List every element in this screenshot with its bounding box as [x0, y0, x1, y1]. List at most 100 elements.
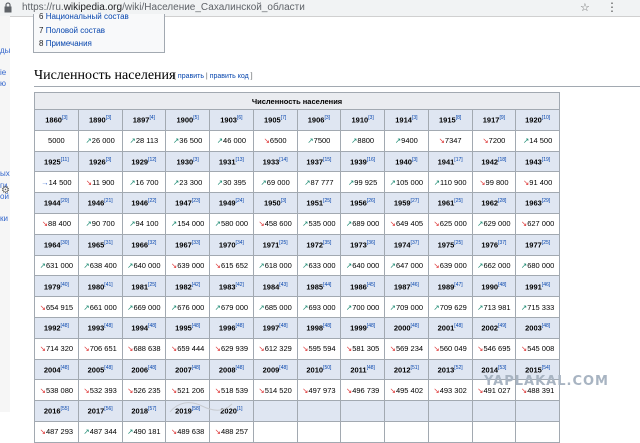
footnote-ref[interactable]: [25]: [454, 198, 462, 204]
footnote-ref[interactable]: [31]: [104, 240, 112, 246]
footnote-ref[interactable]: [23]: [192, 198, 200, 204]
footnote-ref[interactable]: [25]: [542, 240, 550, 246]
footnote-ref[interactable]: [48]: [367, 323, 375, 329]
footnote-ref[interactable]: [30]: [61, 240, 69, 246]
footnote-ref[interactable]: [16]: [367, 157, 375, 163]
footnote-ref[interactable]: [46]: [411, 282, 419, 288]
footnote-ref[interactable]: [52]: [454, 365, 462, 371]
footnote-ref[interactable]: [21]: [104, 198, 112, 204]
footnote-ref[interactable]: [15]: [323, 157, 331, 163]
footnote-ref[interactable]: [44]: [323, 282, 331, 288]
footnote-ref[interactable]: [25]: [323, 198, 331, 204]
footnote-ref[interactable]: [48]: [411, 323, 419, 329]
footnote-ref[interactable]: [29]: [542, 198, 550, 204]
footnote-ref[interactable]: [48]: [192, 323, 200, 329]
gear-icon[interactable]: ⚙: [1, 185, 10, 196]
footnote-ref[interactable]: [35]: [323, 240, 331, 246]
footnote-ref[interactable]: [3]: [106, 157, 112, 163]
footnote-ref[interactable]: [33]: [192, 240, 200, 246]
footnote-ref[interactable]: [48]: [236, 365, 244, 371]
toc-item[interactable]: 8 Примечания: [39, 39, 92, 48]
footnote-ref[interactable]: [36]: [367, 240, 375, 246]
footnote-ref[interactable]: [48]: [61, 323, 69, 329]
toc-item[interactable]: 7 Половой состав: [39, 26, 105, 35]
footnote-ref[interactable]: [48]: [236, 323, 244, 329]
footnote-ref[interactable]: [17]: [454, 157, 462, 163]
footnote-ref[interactable]: [48]: [542, 323, 550, 329]
sidebar-link[interactable]: ых: [0, 169, 10, 178]
footnote-ref[interactable]: [19]: [542, 157, 550, 163]
footnote-ref[interactable]: [48]: [148, 365, 156, 371]
footnote-ref[interactable]: [48]: [279, 365, 287, 371]
footnote-ref[interactable]: [42]: [236, 282, 244, 288]
footnote-ref[interactable]: [40]: [61, 282, 69, 288]
footnote-ref[interactable]: [43]: [279, 282, 287, 288]
footnote-ref[interactable]: [24]: [236, 198, 244, 204]
bookmark-star-icon[interactable]: ☆: [580, 1, 590, 14]
footnote-ref[interactable]: [3]: [368, 115, 374, 121]
footnote-ref[interactable]: [37]: [498, 240, 506, 246]
footnote-ref[interactable]: [3]: [106, 115, 112, 121]
footnote-ref[interactable]: [20]: [61, 198, 69, 204]
footnote-ref[interactable]: [13]: [236, 157, 244, 163]
footnote-ref[interactable]: [3]: [62, 115, 68, 121]
sidebar-link[interactable]: ды: [0, 46, 10, 55]
footnote-ref[interactable]: [10]: [542, 115, 550, 121]
footnote-ref[interactable]: [41]: [104, 282, 112, 288]
footnote-ref[interactable]: [3]: [412, 157, 418, 163]
footnote-ref[interactable]: [48]: [61, 365, 69, 371]
footnote-ref[interactable]: [27]: [411, 198, 419, 204]
footnote-ref[interactable]: [48]: [148, 323, 156, 329]
footnote-ref[interactable]: [54]: [542, 365, 550, 371]
footnote-ref[interactable]: [55]: [61, 406, 69, 412]
footnote-ref[interactable]: [3]: [281, 198, 287, 204]
footnote-ref[interactable]: [49]: [498, 323, 506, 329]
footnote-ref[interactable]: [56]: [104, 406, 112, 412]
footnote-ref[interactable]: [3]: [193, 157, 199, 163]
footnote-ref[interactable]: [18]: [498, 157, 506, 163]
footnote-ref[interactable]: [14]: [279, 157, 287, 163]
footnote-ref[interactable]: [7]: [281, 115, 287, 121]
footnote-ref[interactable]: [4]: [149, 115, 155, 121]
sidebar-link[interactable]: іе: [0, 68, 6, 77]
footnote-ref[interactable]: [50]: [323, 365, 331, 371]
footnote-ref[interactable]: [3]: [412, 115, 418, 121]
footnote-ref[interactable]: [5]: [193, 115, 199, 121]
browser-menu-icon[interactable]: ⋮: [606, 0, 618, 14]
footnote-ref[interactable]: [48]: [323, 323, 331, 329]
sidebar-link[interactable]: ки: [0, 214, 8, 223]
footnote-ref[interactable]: [25]: [148, 282, 156, 288]
footnote-ref[interactable]: [3]: [324, 115, 330, 121]
footnote-ref[interactable]: [8]: [456, 115, 462, 121]
footnote-ref[interactable]: [32]: [148, 240, 156, 246]
footnote-ref[interactable]: [47]: [454, 282, 462, 288]
footnote-ref[interactable]: [51]: [411, 365, 419, 371]
footnote-ref[interactable]: [48]: [279, 323, 287, 329]
footnote-ref[interactable]: [37]: [411, 240, 419, 246]
footnote-ref[interactable]: [53]: [498, 365, 506, 371]
footnote-ref[interactable]: [46]: [542, 282, 550, 288]
footnote-ref[interactable]: [6]: [237, 115, 243, 121]
footnote-ref[interactable]: [48]: [192, 365, 200, 371]
footnote-ref[interactable]: [42]: [192, 282, 200, 288]
footnote-ref[interactable]: [9]: [499, 115, 505, 121]
toc-item[interactable]: 6 Национальный состав: [39, 12, 129, 21]
footnote-ref[interactable]: [57]: [148, 406, 156, 412]
sidebar-link[interactable]: ю: [0, 79, 6, 88]
edit-link[interactable]: править: [178, 73, 204, 80]
footnote-ref[interactable]: [48]: [104, 323, 112, 329]
footnote-ref[interactable]: [25]: [279, 240, 287, 246]
footnote-ref[interactable]: [25]: [454, 240, 462, 246]
edit-code-link[interactable]: править код: [210, 73, 249, 80]
footnote-ref[interactable]: [48]: [498, 282, 506, 288]
footnote-ref[interactable]: [28]: [498, 198, 506, 204]
footnote-ref[interactable]: [12]: [148, 157, 156, 163]
footnote-ref[interactable]: [48]: [367, 365, 375, 371]
footnote-ref[interactable]: [45]: [367, 282, 375, 288]
footnote-ref[interactable]: [48]: [454, 323, 462, 329]
footnote-ref[interactable]: [34]: [236, 240, 244, 246]
footnote-ref[interactable]: [11]: [61, 157, 69, 163]
footnote-ref[interactable]: [26]: [367, 198, 375, 204]
footnote-ref[interactable]: [22]: [148, 198, 156, 204]
footnote-ref[interactable]: [48]: [104, 365, 112, 371]
